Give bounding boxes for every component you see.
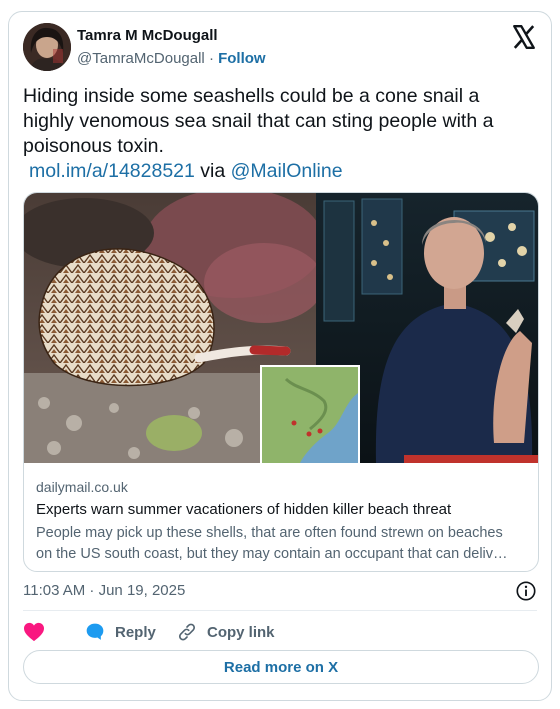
preview-description: People may pick up these shells, that ar… (36, 523, 532, 565)
preview-image[interactable] (24, 193, 538, 463)
tweet-card: Tamra M McDougall @TamraMcDougall · Foll… (8, 11, 552, 701)
preview-description-line-2: on the US south coast, but they may cont… (36, 546, 508, 562)
via-text: via (200, 160, 226, 182)
avatar[interactable] (23, 23, 71, 71)
separator-dot: · (208, 50, 214, 67)
info-icon[interactable] (515, 580, 537, 602)
tweet-body: Hiding inside some seashells could be a … (23, 85, 494, 157)
like-button[interactable] (23, 619, 55, 645)
preview-title[interactable]: Experts warn summer vacationers of hidde… (36, 501, 451, 518)
copy-link-label: Copy link (207, 623, 275, 641)
author-name[interactable]: Tamra M McDougall (77, 27, 218, 44)
tweet-timestamp[interactable]: 11:03 AM · Jun 19, 2025 (23, 582, 185, 599)
tweet-text: Hiding inside some seashells could be a … (23, 84, 533, 184)
reply-label: Reply (115, 623, 156, 641)
link-icon (178, 623, 196, 641)
author-handle[interactable]: @TamraMcDougall (77, 50, 205, 67)
article-link[interactable]: mol.im/a/14828521 (29, 160, 195, 182)
copy-link-button[interactable]: Copy link (177, 619, 275, 645)
heart-icon (24, 622, 44, 642)
preview-domain: dailymail.co.uk (36, 479, 128, 495)
divider (23, 610, 537, 611)
link-preview-card[interactable]: dailymail.co.uk Experts warn summer vaca… (23, 192, 539, 572)
x-logo-icon[interactable] (511, 24, 537, 50)
reply-button[interactable]: Reply (85, 619, 156, 645)
preview-description-line-1: People may pick up these shells, that ar… (36, 525, 503, 541)
handle-row: @TamraMcDougall · Follow (77, 50, 266, 67)
action-bar: Reply Copy link (23, 619, 533, 645)
mention-link[interactable]: @MailOnline (231, 160, 343, 182)
read-more-button[interactable]: Read more on X (23, 650, 539, 684)
reply-icon (86, 623, 104, 640)
follow-button[interactable]: Follow (218, 50, 266, 67)
